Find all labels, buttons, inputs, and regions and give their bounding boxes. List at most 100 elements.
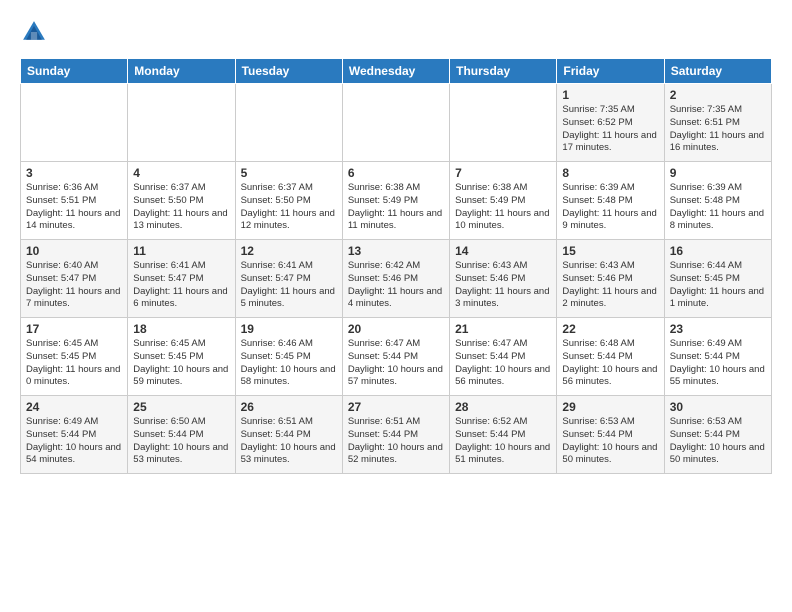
calendar-cell: 25 Sunrise: 6:50 AM Sunset: 5:44 PM Dayli… <box>128 396 235 474</box>
day-info: Sunrise: 6:43 AM Sunset: 5:46 PM Dayligh… <box>562 260 658 311</box>
day-info: Sunrise: 6:43 AM Sunset: 5:46 PM Dayligh… <box>455 260 551 311</box>
calendar-cell: 17 Sunrise: 6:45 AM Sunset: 5:45 PM Dayli… <box>21 318 128 396</box>
weekday-header-monday: Monday <box>128 59 235 84</box>
day-info: Sunrise: 6:47 AM Sunset: 5:44 PM Dayligh… <box>348 338 444 389</box>
day-number: 17 <box>26 322 122 336</box>
day-number: 6 <box>348 166 444 180</box>
calendar-cell: 16 Sunrise: 6:44 AM Sunset: 5:45 PM Dayli… <box>664 240 771 318</box>
calendar-cell: 1 Sunrise: 7:35 AM Sunset: 6:52 PM Daylig… <box>557 84 664 162</box>
day-number: 25 <box>133 400 229 414</box>
calendar-cell: 15 Sunrise: 6:43 AM Sunset: 5:46 PM Dayli… <box>557 240 664 318</box>
weekday-header-row: SundayMondayTuesdayWednesdayThursdayFrid… <box>21 59 772 84</box>
calendar-cell: 29 Sunrise: 6:53 AM Sunset: 5:44 PM Dayli… <box>557 396 664 474</box>
calendar-cell: 3 Sunrise: 6:36 AM Sunset: 5:51 PM Daylig… <box>21 162 128 240</box>
calendar-cell: 27Sunrise: 6:51 AM Sunset: 5:44 PM Dayli… <box>342 396 449 474</box>
day-info: Sunrise: 6:37 AM Sunset: 5:50 PM Dayligh… <box>241 182 337 233</box>
day-info: Sunrise: 6:53 AM Sunset: 5:44 PM Dayligh… <box>562 416 658 467</box>
day-info: Sunrise: 6:39 AM Sunset: 5:48 PM Dayligh… <box>670 182 766 233</box>
calendar-cell <box>342 84 449 162</box>
calendar-cell: 9 Sunrise: 6:39 AM Sunset: 5:48 PM Daylig… <box>664 162 771 240</box>
day-info: Sunrise: 6:52 AM Sunset: 5:44 PM Dayligh… <box>455 416 551 467</box>
calendar-cell: 8Sunrise: 6:39 AM Sunset: 5:48 PM Daylig… <box>557 162 664 240</box>
week-row-3: 17 Sunrise: 6:45 AM Sunset: 5:45 PM Dayli… <box>21 318 772 396</box>
day-number: 20 <box>348 322 444 336</box>
day-number: 15 <box>562 244 658 258</box>
calendar-cell: 11 Sunrise: 6:41 AM Sunset: 5:47 PM Dayli… <box>128 240 235 318</box>
day-number: 14 <box>455 244 551 258</box>
day-number: 30 <box>670 400 766 414</box>
day-number: 29 <box>562 400 658 414</box>
week-row-2: 10 Sunrise: 6:40 AM Sunset: 5:47 PM Dayli… <box>21 240 772 318</box>
page: SundayMondayTuesdayWednesdayThursdayFrid… <box>0 0 792 484</box>
day-info: Sunrise: 6:50 AM Sunset: 5:44 PM Dayligh… <box>133 416 229 467</box>
day-info: Sunrise: 6:48 AM Sunset: 5:44 PM Dayligh… <box>562 338 658 389</box>
calendar-cell: 30 Sunrise: 6:53 AM Sunset: 5:44 PM Dayli… <box>664 396 771 474</box>
day-info: Sunrise: 6:37 AM Sunset: 5:50 PM Dayligh… <box>133 182 229 233</box>
day-number: 1 <box>562 88 658 102</box>
day-number: 22 <box>562 322 658 336</box>
calendar-cell: 24Sunrise: 6:49 AM Sunset: 5:44 PM Dayli… <box>21 396 128 474</box>
week-row-0: 1 Sunrise: 7:35 AM Sunset: 6:52 PM Daylig… <box>21 84 772 162</box>
day-info: Sunrise: 6:40 AM Sunset: 5:47 PM Dayligh… <box>26 260 122 311</box>
calendar-cell: 4 Sunrise: 6:37 AM Sunset: 5:50 PM Daylig… <box>128 162 235 240</box>
day-info: Sunrise: 6:49 AM Sunset: 5:44 PM Dayligh… <box>26 416 122 467</box>
day-info: Sunrise: 6:41 AM Sunset: 5:47 PM Dayligh… <box>133 260 229 311</box>
day-info: Sunrise: 6:46 AM Sunset: 5:45 PM Dayligh… <box>241 338 337 389</box>
day-number: 5 <box>241 166 337 180</box>
calendar-cell: 18Sunrise: 6:45 AM Sunset: 5:45 PM Dayli… <box>128 318 235 396</box>
header <box>20 18 772 46</box>
calendar-cell: 20 Sunrise: 6:47 AM Sunset: 5:44 PM Dayli… <box>342 318 449 396</box>
calendar-cell: 22 Sunrise: 6:48 AM Sunset: 5:44 PM Dayli… <box>557 318 664 396</box>
day-info: Sunrise: 6:49 AM Sunset: 5:44 PM Dayligh… <box>670 338 766 389</box>
weekday-header-thursday: Thursday <box>450 59 557 84</box>
calendar-table: SundayMondayTuesdayWednesdayThursdayFrid… <box>20 58 772 474</box>
calendar-cell: 14 Sunrise: 6:43 AM Sunset: 5:46 PM Dayli… <box>450 240 557 318</box>
day-info: Sunrise: 7:35 AM Sunset: 6:51 PM Dayligh… <box>670 104 766 155</box>
day-info: Sunrise: 6:45 AM Sunset: 5:45 PM Dayligh… <box>133 338 229 389</box>
day-info: Sunrise: 6:36 AM Sunset: 5:51 PM Dayligh… <box>26 182 122 233</box>
week-row-4: 24Sunrise: 6:49 AM Sunset: 5:44 PM Dayli… <box>21 396 772 474</box>
day-info: Sunrise: 6:51 AM Sunset: 5:44 PM Dayligh… <box>348 416 444 467</box>
calendar-cell <box>21 84 128 162</box>
day-number: 11 <box>133 244 229 258</box>
weekday-header-wednesday: Wednesday <box>342 59 449 84</box>
day-info: Sunrise: 6:45 AM Sunset: 5:45 PM Dayligh… <box>26 338 122 389</box>
day-number: 8 <box>562 166 658 180</box>
calendar-cell: 10 Sunrise: 6:40 AM Sunset: 5:47 PM Dayli… <box>21 240 128 318</box>
day-info: Sunrise: 7:35 AM Sunset: 6:52 PM Dayligh… <box>562 104 658 155</box>
logo <box>20 18 52 46</box>
calendar-cell: 23 Sunrise: 6:49 AM Sunset: 5:44 PM Dayli… <box>664 318 771 396</box>
day-number: 3 <box>26 166 122 180</box>
day-info: Sunrise: 6:41 AM Sunset: 5:47 PM Dayligh… <box>241 260 337 311</box>
calendar-cell: 26 Sunrise: 6:51 AM Sunset: 5:44 PM Dayli… <box>235 396 342 474</box>
day-info: Sunrise: 6:38 AM Sunset: 5:49 PM Dayligh… <box>348 182 444 233</box>
calendar-cell: 5 Sunrise: 6:37 AM Sunset: 5:50 PM Daylig… <box>235 162 342 240</box>
calendar-cell <box>128 84 235 162</box>
day-info: Sunrise: 6:38 AM Sunset: 5:49 PM Dayligh… <box>455 182 551 233</box>
day-number: 26 <box>241 400 337 414</box>
day-number: 10 <box>26 244 122 258</box>
calendar-cell: 13 Sunrise: 6:42 AM Sunset: 5:46 PM Dayli… <box>342 240 449 318</box>
calendar-cell: 12Sunrise: 6:41 AM Sunset: 5:47 PM Dayli… <box>235 240 342 318</box>
day-number: 7 <box>455 166 551 180</box>
day-info: Sunrise: 6:42 AM Sunset: 5:46 PM Dayligh… <box>348 260 444 311</box>
day-number: 9 <box>670 166 766 180</box>
logo-icon <box>20 18 48 46</box>
day-number: 16 <box>670 244 766 258</box>
calendar-cell: 2Sunrise: 7:35 AM Sunset: 6:51 PM Daylig… <box>664 84 771 162</box>
day-info: Sunrise: 6:53 AM Sunset: 5:44 PM Dayligh… <box>670 416 766 467</box>
weekday-header-sunday: Sunday <box>21 59 128 84</box>
calendar-cell: 28Sunrise: 6:52 AM Sunset: 5:44 PM Dayli… <box>450 396 557 474</box>
day-info: Sunrise: 6:44 AM Sunset: 5:45 PM Dayligh… <box>670 260 766 311</box>
day-number: 13 <box>348 244 444 258</box>
day-info: Sunrise: 6:51 AM Sunset: 5:44 PM Dayligh… <box>241 416 337 467</box>
calendar-cell: 7 Sunrise: 6:38 AM Sunset: 5:49 PM Daylig… <box>450 162 557 240</box>
calendar-cell <box>235 84 342 162</box>
day-number: 4 <box>133 166 229 180</box>
calendar-cell: 6 Sunrise: 6:38 AM Sunset: 5:49 PM Daylig… <box>342 162 449 240</box>
weekday-header-saturday: Saturday <box>664 59 771 84</box>
weekday-header-friday: Friday <box>557 59 664 84</box>
day-number: 23 <box>670 322 766 336</box>
day-number: 19 <box>241 322 337 336</box>
day-number: 21 <box>455 322 551 336</box>
